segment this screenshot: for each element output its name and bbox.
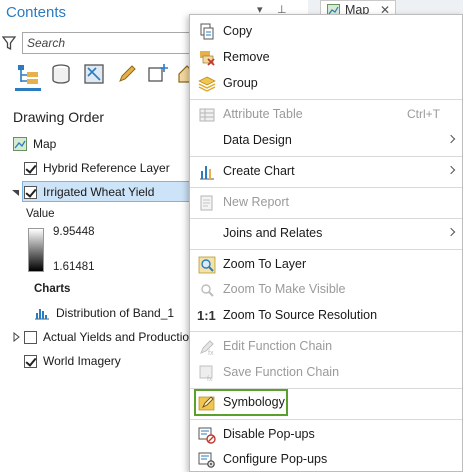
copy-icon — [200, 23, 214, 40]
menu-item-configure-popups[interactable]: Configure Pop-ups — [190, 448, 462, 472]
edit-function-chain-icon: fx — [200, 340, 214, 356]
menu-item-label: Remove — [223, 50, 270, 64]
menu-separator — [190, 331, 462, 332]
menu-item-label: Disable Pop-ups — [223, 427, 315, 441]
new-report-icon — [200, 195, 213, 211]
list-by-drawing-order-icon[interactable] — [16, 62, 40, 86]
legend-max-value: 9.95448 — [53, 226, 95, 238]
search-row — [0, 32, 190, 54]
attribute-table-icon — [199, 108, 215, 122]
source-resolution-icon: 1:1 — [197, 308, 216, 323]
menu-item-data-design[interactable]: Data Design — [190, 129, 462, 153]
menu-item-label: Create Chart — [223, 164, 295, 178]
layer-visibility-checkbox[interactable] — [24, 354, 37, 368]
save-function-chain-icon: fx — [199, 365, 213, 382]
disable-popups-icon — [198, 427, 216, 444]
menu-item-label: Attribute Table — [223, 107, 303, 121]
menu-item-group[interactable]: Group — [190, 72, 462, 96]
map-node[interactable]: Map — [13, 134, 56, 154]
menu-item-joins-and-relates[interactable]: Joins and Relates — [190, 222, 462, 246]
menu-item-zoom-to-make-visible: Zoom To Make Visible — [190, 278, 462, 302]
menu-item-label: Copy — [223, 24, 253, 38]
menu-item-label: New Report — [223, 195, 289, 209]
submenu-arrow-icon — [446, 165, 456, 175]
filter-icon[interactable] — [2, 35, 16, 51]
layer-label: Irrigated Wheat Yield — [43, 185, 155, 199]
expand-arrow-icon[interactable] — [11, 332, 21, 342]
menu-item-label: Zoom To Layer — [223, 257, 307, 271]
menu-item-label: Zoom To Make Visible — [223, 282, 346, 296]
list-by-source-icon[interactable] — [49, 62, 73, 86]
menu-item-save-function-chain: fx Save Function Chain — [190, 361, 462, 385]
menu-item-copy[interactable]: Copy — [190, 20, 462, 44]
layer-label: Hybrid Reference Layer — [43, 161, 170, 175]
active-tool-indicator — [15, 88, 41, 91]
submenu-arrow-icon — [446, 227, 456, 237]
menu-item-label: Data Design — [223, 133, 292, 147]
legend-value-label: Value — [26, 208, 55, 220]
collapse-arrow-icon[interactable] — [11, 187, 21, 197]
svg-text:fx: fx — [207, 376, 213, 382]
menu-separator — [190, 187, 462, 188]
menu-item-edit-function-chain: fx Edit Function Chain — [190, 335, 462, 359]
menu-item-label: Configure Pop-ups — [223, 452, 328, 466]
menu-item-label: Zoom To Source Resolution — [223, 308, 378, 322]
menu-item-label: Save Function Chain — [223, 365, 340, 379]
chart-item-label: Distribution of Band_1 — [56, 306, 175, 320]
search-input[interactable] — [27, 35, 187, 51]
menu-item-attribute-table: Attribute Table Ctrl+T — [190, 103, 462, 127]
menu-item-disable-popups[interactable]: Disable Pop-ups — [190, 423, 462, 447]
layer-visibility-checkbox[interactable] — [24, 185, 37, 199]
legend-color-ramp — [28, 228, 44, 272]
svg-text:fx: fx — [208, 350, 214, 356]
map-node-label: Map — [33, 137, 57, 151]
layer-row-hybrid-reference[interactable]: Hybrid Reference Layer — [24, 158, 170, 178]
histogram-chart-icon — [35, 309, 49, 320]
charts-heading: Charts — [34, 283, 71, 295]
layer-label: Actual Yields and Productio — [43, 330, 190, 344]
menu-item-zoom-to-source-resolution[interactable]: 1:1 Zoom To Source Resolution — [190, 304, 462, 328]
drawing-order-heading: Drawing Order — [13, 109, 105, 125]
menu-separator — [190, 419, 462, 420]
chart-item-distribution[interactable]: Distribution of Band_1 — [34, 303, 174, 323]
menu-separator — [190, 156, 462, 157]
menu-item-remove[interactable]: Remove — [190, 46, 462, 70]
list-by-labeling-icon[interactable] — [175, 62, 190, 86]
zoom-to-layer-icon — [198, 256, 216, 274]
search-box — [22, 32, 190, 54]
menu-item-label: Joins and Relates — [223, 226, 323, 240]
remove-icon — [200, 51, 215, 66]
submenu-arrow-icon — [446, 134, 456, 144]
menu-separator — [190, 218, 462, 219]
layer-row-world-imagery[interactable]: World Imagery — [24, 351, 121, 371]
symbology-highlight-box — [194, 389, 288, 416]
zoom-to-make-visible-icon — [201, 284, 214, 297]
create-chart-icon — [200, 166, 214, 180]
menu-separator — [190, 249, 462, 250]
menu-item-zoom-to-layer[interactable]: Zoom To Layer — [190, 253, 462, 277]
contents-pane: Contents Drawing Order — [0, 0, 190, 472]
layer-visibility-checkbox[interactable] — [24, 161, 37, 175]
pane-title: Contents — [6, 4, 67, 21]
menu-item-shortcut: Ctrl+T — [407, 107, 440, 121]
menu-separator — [190, 99, 462, 100]
menu-item-create-chart[interactable]: Create Chart — [190, 160, 462, 184]
layer-visibility-checkbox[interactable] — [24, 330, 37, 344]
configure-popups-icon — [198, 452, 215, 468]
layer-label: World Imagery — [43, 354, 121, 368]
legend-min-value: 1.61481 — [53, 261, 95, 273]
list-by-snapping-icon[interactable] — [146, 62, 170, 86]
group-icon — [198, 76, 216, 92]
menu-item-label: Edit Function Chain — [223, 339, 333, 353]
map-icon — [13, 137, 27, 151]
menu-item-new-report: New Report — [190, 191, 462, 215]
layer-row-actual-yields[interactable]: Actual Yields and Productio — [11, 327, 189, 347]
menu-item-label: Group — [223, 76, 258, 90]
list-by-editing-icon[interactable] — [115, 62, 139, 86]
context-menu: Copy Remove Group Attribute Table Ctrl+T… — [189, 14, 463, 472]
layer-row-irrigated-wheat-yield[interactable]: Irrigated Wheat Yield — [11, 182, 154, 202]
list-by-selection-icon[interactable] — [82, 62, 106, 86]
